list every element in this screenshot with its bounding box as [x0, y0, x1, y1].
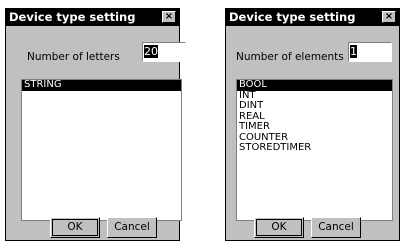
close-icon[interactable]: × — [162, 11, 176, 23]
close-icon[interactable]: × — [382, 11, 396, 23]
number-of-letters-input[interactable]: 20 — [142, 42, 186, 62]
list-item[interactable]: STRING — [22, 79, 181, 91]
number-of-elements-value: 1 — [350, 45, 357, 58]
number-of-letters-value: 20 — [144, 45, 158, 58]
number-of-letters-label: Number of letters — [27, 51, 120, 63]
device-type-dialog-right: Device type setting × Number of elements… — [225, 8, 400, 241]
device-type-list[interactable]: BOOL INT DINT REAL TIMER COUNTER STOREDTIMER — [236, 79, 393, 221]
cancel-button[interactable]: Cancel — [107, 217, 157, 238]
number-of-elements-input[interactable]: 1 — [348, 42, 392, 62]
title-bar[interactable]: Device type setting × — [226, 9, 399, 26]
ok-button[interactable]: OK — [50, 217, 100, 238]
dialog-title: Device type setting — [9, 10, 136, 24]
number-of-elements-label: Number of elements — [236, 51, 344, 63]
list-item[interactable]: TIMER — [237, 121, 392, 133]
list-item[interactable]: BOOL — [237, 79, 392, 91]
list-item[interactable]: DINT — [237, 100, 392, 112]
ok-button[interactable]: OK — [254, 217, 304, 238]
list-item[interactable]: STOREDTIMER — [237, 142, 392, 154]
cancel-button[interactable]: Cancel — [311, 217, 361, 238]
device-type-dialog-left: Device type setting × Number of letters … — [5, 8, 186, 241]
title-bar[interactable]: Device type setting × — [6, 9, 179, 26]
dialog-title: Device type setting — [229, 10, 356, 24]
device-type-list[interactable]: STRING — [21, 79, 182, 221]
